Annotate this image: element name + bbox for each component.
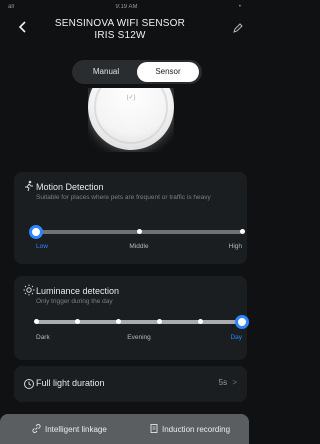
luminance-title: Luminance detection	[36, 286, 120, 296]
title-line2: IRIS S12W	[94, 30, 146, 41]
document-icon	[150, 424, 158, 435]
motion-tick-middle	[136, 229, 142, 234]
motion-slider[interactable]	[29, 225, 245, 239]
intelligent-linkage-label: Intelligent linkage	[45, 425, 107, 434]
level-high[interactable]: High	[229, 243, 242, 250]
motion-slider-thumb[interactable]	[29, 225, 43, 239]
mode-toggle: Manual Sensor	[72, 60, 202, 84]
lux-label-dark: Dark	[36, 334, 50, 341]
bottom-bar: Intelligent linkage Induction recording	[0, 414, 249, 444]
page-title: SENSINOVA WIFI SENSOR IRIS S12W	[40, 18, 200, 42]
sensor-mode-button[interactable]: Sensor	[137, 62, 199, 82]
chevron-left-icon[interactable]	[16, 20, 30, 34]
title-line1: SENSINOVA WIFI SENSOR	[54, 18, 186, 29]
intelligent-linkage-button[interactable]: Intelligent linkage	[32, 424, 107, 435]
light-dial[interactable]: (✓)	[88, 88, 174, 152]
full-light-duration: 5s	[218, 378, 228, 387]
manual-mode-button[interactable]: Manual	[75, 62, 137, 82]
link-icon	[32, 424, 41, 435]
lux-label-evening: Evening	[127, 334, 151, 341]
luminance-labels: Dark Evening Day	[36, 334, 242, 344]
level-low[interactable]: Low	[36, 243, 48, 250]
edit-icon[interactable]	[232, 22, 246, 36]
lux-label-day: Day	[230, 334, 242, 341]
luminance-card: Luminance detection Only trigger during …	[14, 276, 249, 360]
full-light-value: 5s >	[219, 378, 237, 387]
lux-tick-3	[115, 319, 121, 324]
status-bar: all 9:19 AM •	[0, 0, 249, 14]
induction-recording-button[interactable]: Induction recording	[150, 424, 230, 435]
status-time: 9:19 AM	[115, 4, 138, 10]
luminance-subtitle: Only trigger during the day	[36, 298, 113, 305]
battery-text: •	[238, 4, 241, 10]
motion-tick-high	[239, 229, 245, 234]
level-middle[interactable]: Middle	[129, 243, 148, 250]
dial-glyph: (✓)	[126, 95, 136, 101]
motion-detection-card: Motion Detection Suitable for places whe…	[14, 172, 247, 264]
luminance-fill	[36, 320, 242, 324]
full-light-duration-row[interactable]: Full light duration 5s >	[14, 366, 247, 402]
sun-icon	[23, 284, 35, 296]
header: SENSINOVA WIFI SENSOR IRIS S12W	[0, 14, 249, 58]
induction-recording-label: Induction recording	[162, 425, 231, 434]
motion-subtitle: Suitable for places where pets are frequ…	[36, 194, 211, 201]
signal-text: all	[8, 4, 15, 10]
motion-icon	[23, 180, 35, 192]
clock-icon	[23, 378, 35, 390]
motion-level-labels: Low Middle High	[36, 243, 242, 253]
lux-tick-2	[74, 319, 80, 324]
chevron-right-icon: >	[232, 378, 237, 387]
luminance-slider-thumb[interactable]	[235, 315, 249, 329]
full-light-label: Full light duration	[36, 378, 105, 388]
lux-tick-1	[33, 319, 39, 324]
motion-title: Motion Detection	[36, 182, 104, 192]
luminance-slider[interactable]	[33, 315, 249, 329]
